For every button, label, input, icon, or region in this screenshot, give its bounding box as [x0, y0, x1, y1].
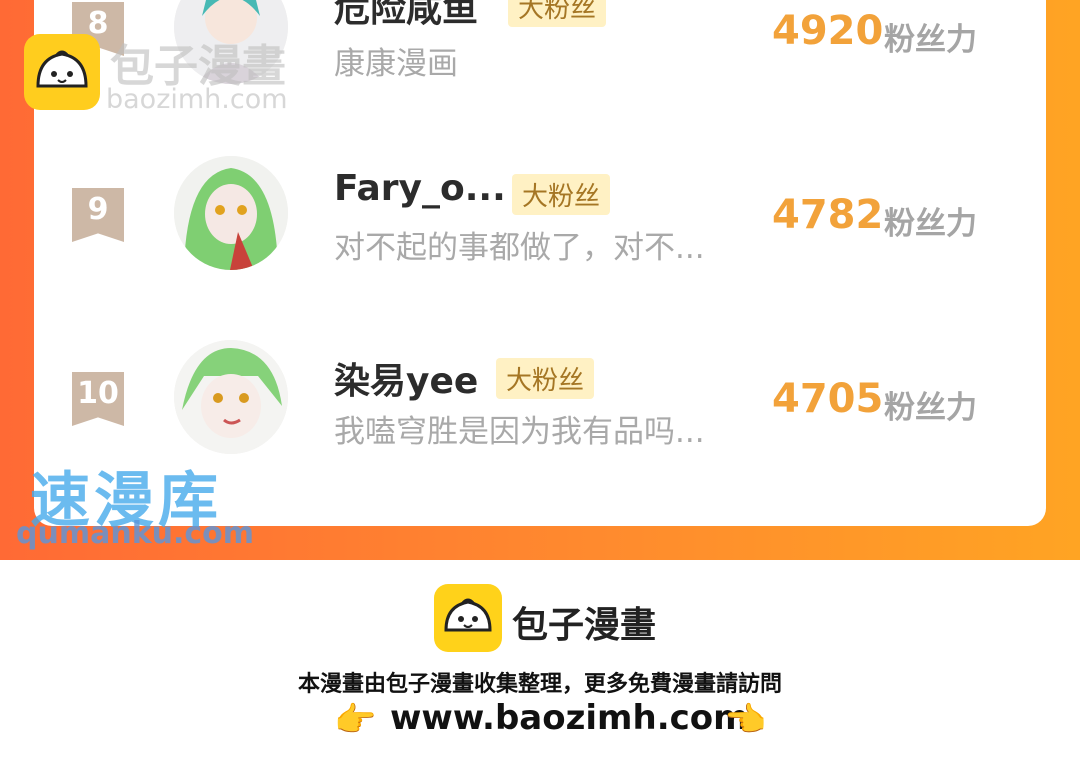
fan-level-badge: 大粉丝 [508, 0, 607, 27]
fan-score: 4920 [772, 8, 884, 54]
avatar-image [174, 156, 288, 270]
fan-power-label: 粉丝力 [884, 22, 977, 58]
bun-logo-icon [434, 584, 502, 652]
rank-badge: 9 [72, 188, 124, 242]
watermark-side-url: qumanku.com [16, 516, 255, 551]
fan-power-label: 粉丝力 [884, 390, 977, 426]
avatar[interactable] [174, 156, 288, 270]
footer-link[interactable]: www.baozimh.com [390, 698, 749, 738]
user-comment: 对不起的事都做了，对不... [334, 230, 705, 266]
rank-badge: 10 [72, 372, 124, 426]
avatar[interactable] [174, 340, 288, 454]
user-name[interactable]: 危险咸鱼 [334, 0, 478, 32]
footer-title: 包子漫畫 [512, 605, 657, 646]
avatar-image [174, 340, 288, 454]
user-name[interactable]: Fary_o... [334, 168, 506, 209]
user-comment: 我嗑穹胜是因为我有品吗... [334, 414, 705, 450]
user-comment: 康康漫画 [334, 46, 458, 82]
watermark-url: baozimh.com [106, 84, 288, 115]
ranking-row-9[interactable]: 9 Fary_o... 大粉丝 对不起的事都做了，对不... 4782 粉丝力 [34, 146, 1046, 306]
ranking-frame: 8 危险咸鱼 大粉丝 康康漫画 4920 粉丝力 9 Fary_o... 大粉丝… [0, 0, 1080, 560]
fan-power-label: 粉丝力 [884, 206, 977, 242]
point-right-icon: 👉 [334, 700, 377, 740]
point-left-icon: 👈 [724, 700, 767, 740]
footer-note: 本漫畫由包子漫畫收集整理，更多免費漫畫請訪問 [297, 672, 782, 697]
fan-level-badge: 大粉丝 [512, 174, 611, 215]
user-name[interactable]: 染易yee [334, 352, 478, 404]
site-footer: 包子漫畫 本漫畫由包子漫畫收集整理，更多免費漫畫請訪問 👉 www.baozim… [0, 560, 1080, 760]
bun-logo-icon [24, 34, 100, 110]
fan-score: 4705 [772, 376, 884, 422]
fan-level-badge: 大粉丝 [496, 358, 595, 399]
fan-score: 4782 [772, 192, 884, 238]
